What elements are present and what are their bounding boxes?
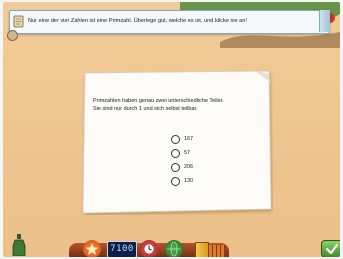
option-167[interactable]: 167 <box>171 132 193 146</box>
star-button[interactable] <box>83 240 101 257</box>
option-label: 130 <box>184 178 193 184</box>
game-stage: Nur eine der vier Zahlen ist eine Primza… <box>3 2 340 257</box>
radio-button[interactable] <box>171 162 180 172</box>
question-line-1: Primzahlen haben genau zwei unterschiedl… <box>93 98 224 104</box>
globe-button[interactable] <box>165 240 183 257</box>
check-icon <box>325 243 339 255</box>
radio-button[interactable] <box>171 148 180 158</box>
option-label: 206 <box>184 164 193 170</box>
book-icon[interactable] <box>195 242 209 257</box>
option-label: 167 <box>184 136 193 142</box>
star-icon <box>85 243 99 255</box>
scroll-handle[interactable] <box>7 30 18 41</box>
option-206[interactable]: 206 <box>171 160 193 174</box>
question-text: Primzahlen haben genau zwei unterschiedl… <box>93 98 224 113</box>
radio-button[interactable] <box>171 176 180 186</box>
counter-display: 7100 <box>107 241 137 257</box>
confirm-button[interactable] <box>321 240 340 257</box>
clock-button[interactable] <box>140 240 158 257</box>
level-bars-icon <box>209 245 225 257</box>
globe-icon <box>167 241 181 257</box>
bottle-icon[interactable] <box>11 234 27 256</box>
question-line-2: Sie sind nur durch 1 und sich selbst tei… <box>93 105 198 112</box>
instruction-text: Nur eine der vier Zahlen ist eine Primza… <box>28 18 247 24</box>
option-label: 57 <box>184 150 190 156</box>
answer-options: 167 57 206 130 <box>171 132 193 188</box>
option-130[interactable]: 130 <box>171 174 193 188</box>
radio-button[interactable] <box>171 134 180 144</box>
scroll-icon[interactable] <box>13 15 24 28</box>
instruction-bar: Nur eine der vier Zahlen ist eine Primza… <box>9 10 330 34</box>
clock-icon <box>148 245 152 251</box>
option-57[interactable]: 57 <box>171 146 193 160</box>
